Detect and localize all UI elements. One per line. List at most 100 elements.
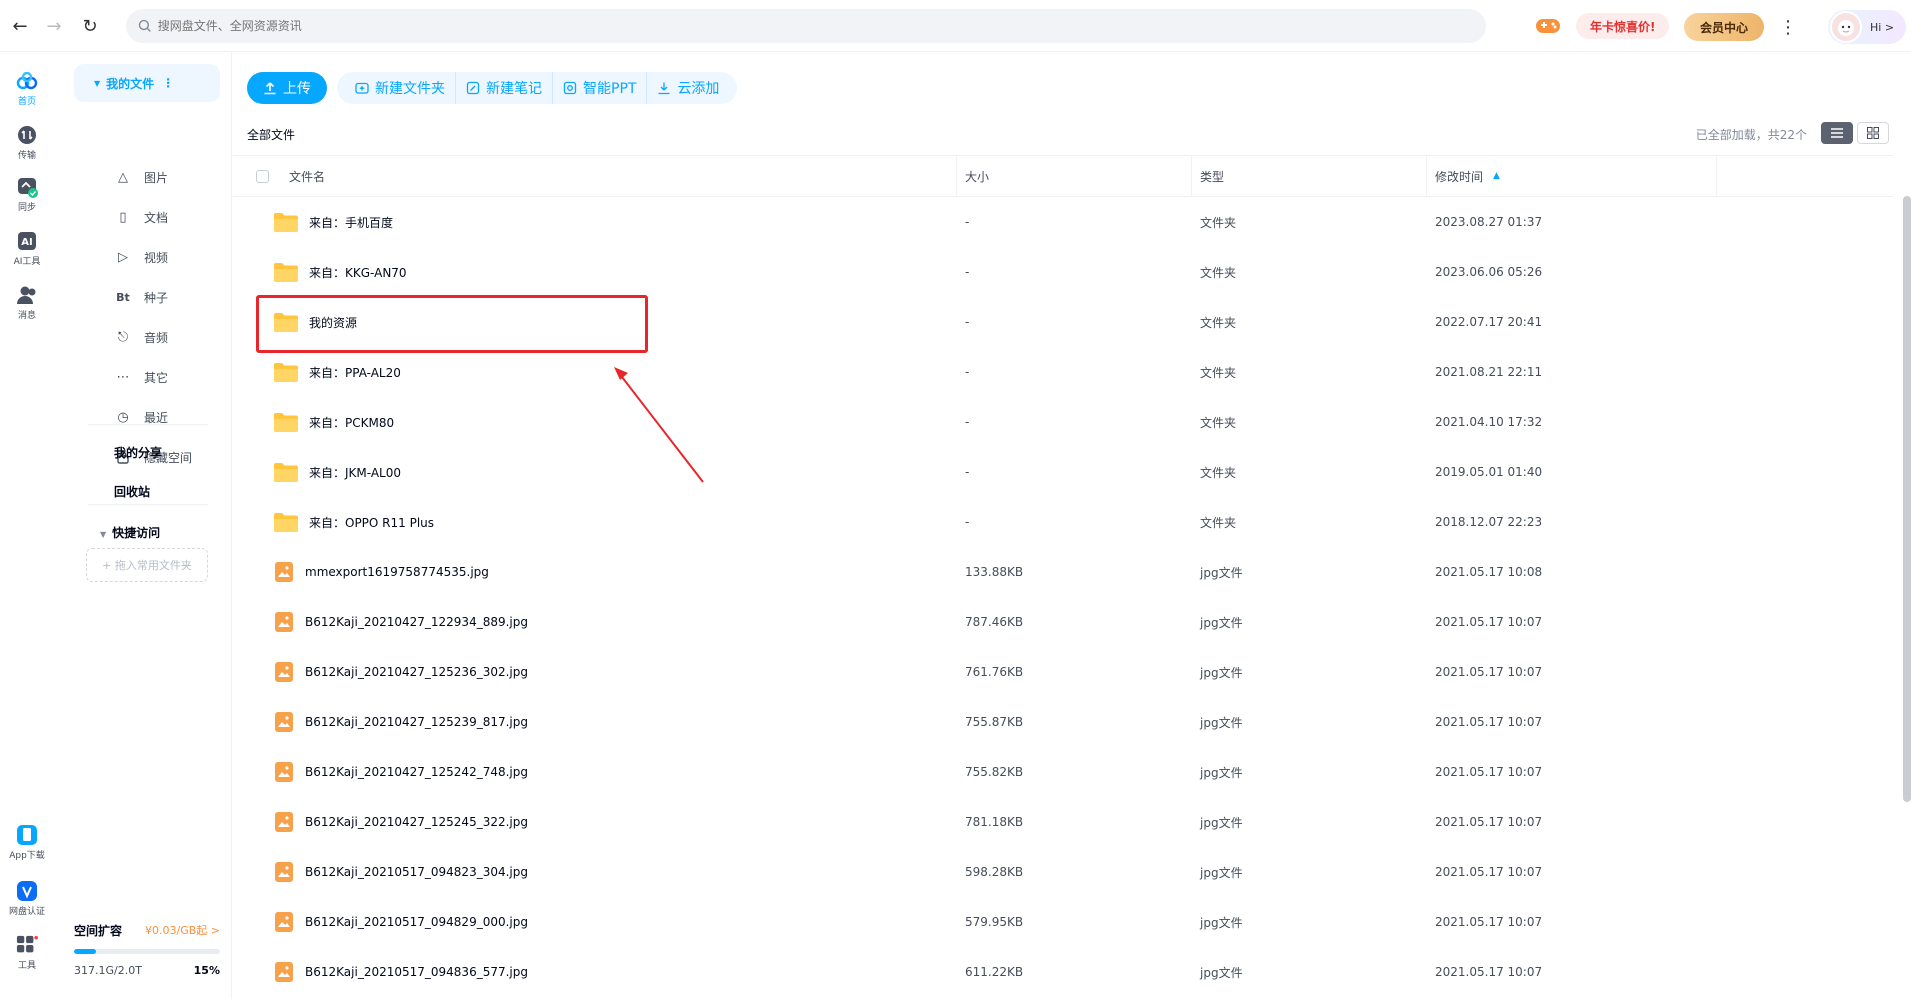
file-name-cell[interactable]: B612Kaji_20210517_094836_577.jpg: [273, 947, 528, 997]
rail-app-download[interactable]: App下载: [0, 824, 54, 861]
file-row[interactable]: 来自：PCKM80 - 文件夹 2021.04.10 17:32: [233, 397, 1893, 447]
storage-panel[interactable]: 空间扩容 ¥0.03/GB起 > 317.1G/2.0T 15%: [74, 922, 220, 977]
upload-button[interactable]: 上传: [247, 72, 327, 104]
file-name-cell[interactable]: B612Kaji_20210427_125242_748.jpg: [273, 747, 528, 797]
file-name[interactable]: B612Kaji_20210517_094823_304.jpg: [305, 865, 528, 879]
file-row[interactable]: 来自：JKM-AL00 - 文件夹 2019.05.01 01:40: [233, 447, 1893, 497]
list-view-toggle[interactable]: [1821, 122, 1853, 144]
search-bar[interactable]: [126, 9, 1486, 43]
category-image[interactable]: △ 图片: [112, 166, 168, 188]
file-name[interactable]: 来自：PPA-AL20: [309, 364, 401, 381]
file-name[interactable]: 来自：JKM-AL00: [309, 464, 401, 481]
file-name[interactable]: B612Kaji_20210427_125239_817.jpg: [305, 715, 528, 729]
user-profile[interactable]: Hi >: [1828, 10, 1906, 44]
rail-sync[interactable]: 同步: [0, 176, 54, 213]
vip-center-button[interactable]: 会员中心: [1684, 13, 1764, 41]
file-name-cell[interactable]: 来自：KKG-AN70: [273, 247, 407, 297]
rail-verify[interactable]: 网盘认证: [0, 880, 54, 917]
more-vertical-icon[interactable]: ⋮: [1776, 13, 1800, 41]
category-video[interactable]: ▷ 视频: [112, 246, 168, 268]
smart-ppt-button[interactable]: 智能PPT: [552, 72, 646, 104]
file-row[interactable]: mmexport1619758774535.jpg 133.88KB jpg文件 20…: [233, 547, 1893, 597]
file-name[interactable]: 来自：手机百度: [309, 214, 393, 231]
file-name[interactable]: 来自：KKG-AN70: [309, 264, 407, 281]
file-name[interactable]: B612Kaji_20210427_122934_889.jpg: [305, 615, 528, 629]
cloud-add-button[interactable]: 云添加: [646, 72, 729, 104]
document-icon: ▯: [119, 209, 127, 225]
file-name-cell[interactable]: 来自：JKM-AL00: [273, 447, 401, 497]
select-all-checkbox[interactable]: [256, 169, 269, 183]
file-name-cell[interactable]: B612Kaji_20210517_094829_000.jpg: [273, 897, 528, 947]
rail-transfer[interactable]: 传输: [0, 124, 54, 161]
drag-folder-dropzone[interactable]: + 拖入常用文件夹: [86, 548, 208, 582]
file-name[interactable]: B612Kaji_20210517_094836_577.jpg: [305, 965, 528, 979]
new-note-button[interactable]: 新建笔记: [455, 72, 552, 104]
file-name-cell[interactable]: mmexport1619758774535.jpg: [273, 547, 489, 597]
file-name[interactable]: B612Kaji_20210427_125242_748.jpg: [305, 765, 528, 779]
promo-badge[interactable]: 年卡惊喜价!: [1576, 13, 1670, 39]
column-modified[interactable]: 修改时间 ▲︎: [1427, 156, 1717, 196]
file-row[interactable]: B612Kaji_20210427_122934_889.jpg 787.46KB…: [233, 597, 1893, 647]
quick-access-header[interactable]: ▼ 快捷访问: [100, 524, 160, 541]
my-files-item[interactable]: ▼ 我的文件 ⋮: [74, 64, 220, 102]
sync-icon: [16, 176, 38, 198]
file-row[interactable]: B612Kaji_20210427_125242_748.jpg 755.82KB…: [233, 747, 1893, 797]
rail-home[interactable]: 首页: [0, 70, 54, 107]
file-type: 文件夹: [1200, 415, 1237, 430]
file-row[interactable]: B612Kaji_20210517_094829_000.jpg 579.95KB…: [233, 897, 1893, 947]
column-size[interactable]: 大小: [957, 156, 1192, 196]
file-name-cell[interactable]: B612Kaji_20210427_125236_302.jpg: [273, 647, 528, 697]
category-document[interactable]: ▯ 文档: [112, 206, 168, 228]
file-name[interactable]: B612Kaji_20210427_125245_322.jpg: [305, 815, 528, 829]
file-row[interactable]: 来自：PPA-AL20 - 文件夹 2021.08.21 22:11: [233, 347, 1893, 397]
category-audio[interactable]: ⎋ 音频: [112, 326, 168, 348]
category-other[interactable]: ⋯ 其它: [112, 366, 169, 388]
file-row[interactable]: B612Kaji_20210517_094823_304.jpg 598.28KB…: [233, 847, 1893, 897]
column-name[interactable]: 文件名: [233, 156, 957, 196]
file-name-cell[interactable]: 来自：手机百度: [273, 197, 393, 247]
forward-arrow-icon[interactable]: →: [42, 14, 66, 38]
recycle-bin-link[interactable]: 回收站: [114, 483, 150, 500]
file-name-cell[interactable]: 来自：PPA-AL20: [273, 347, 401, 397]
rail-ai[interactable]: AI AI工具: [0, 230, 54, 267]
column-type[interactable]: 类型: [1192, 156, 1427, 196]
file-name-cell[interactable]: B612Kaji_20210517_094823_304.jpg: [273, 847, 528, 897]
message-icon: [16, 284, 38, 306]
storage-label: 空间扩容: [74, 924, 123, 938]
file-name-cell[interactable]: B612Kaji_20210427_122934_889.jpg: [273, 597, 528, 647]
file-row[interactable]: 来自：OPPO R11 Plus - 文件夹 2018.12.07 22:23: [233, 497, 1893, 547]
category-torrent[interactable]: Bt 种子: [112, 286, 168, 308]
scrollbar[interactable]: [1903, 196, 1911, 802]
storage-price[interactable]: ¥0.03/GB起 >: [145, 922, 220, 939]
file-row[interactable]: 来自：KKG-AN70 - 文件夹 2023.06.06 05:26: [233, 247, 1893, 297]
rail-tools[interactable]: 工具: [0, 934, 54, 971]
file-row[interactable]: B612Kaji_20210517_094836_577.jpg 611.22KB…: [233, 947, 1893, 997]
my-share-link[interactable]: 我的分享: [114, 444, 162, 461]
sort-desc-icon[interactable]: ▲︎: [1493, 171, 1500, 181]
rail-message[interactable]: 消息: [0, 284, 54, 321]
file-name-cell[interactable]: 来自：OPPO R11 Plus: [273, 497, 434, 547]
category-panel: ▼ 我的文件 ⋮ △ 图片 ▯ 文档 ▷ 视频 Bt 种子 ⎋ 音频 ⋯ 其它 ◷ 最近 隐藏…: [62, 52, 232, 999]
file-name[interactable]: B612Kaji_20210517_094829_000.jpg: [305, 915, 528, 929]
file-name-cell[interactable]: 来自：PCKM80: [273, 397, 394, 447]
file-name[interactable]: 来自：OPPO R11 Plus: [309, 514, 434, 531]
file-row[interactable]: B612Kaji_20210427_125239_817.jpg 755.87KB…: [233, 697, 1893, 747]
file-name[interactable]: mmexport1619758774535.jpg: [305, 565, 489, 579]
file-name-cell[interactable]: B612Kaji_20210427_125245_322.jpg: [273, 797, 528, 847]
file-name[interactable]: B612Kaji_20210427_125236_302.jpg: [305, 665, 528, 679]
file-row[interactable]: B612Kaji_20210427_125245_322.jpg 781.18KB…: [233, 797, 1893, 847]
back-arrow-icon[interactable]: ←: [8, 14, 32, 38]
file-size: 787.46KB: [965, 615, 1024, 629]
file-row[interactable]: B612Kaji_20210427_125236_302.jpg 761.76KB…: [233, 647, 1893, 697]
file-name[interactable]: 来自：PCKM80: [309, 414, 394, 431]
file-row[interactable]: 来自：手机百度 - 文件夹 2023.08.27 01:37: [233, 197, 1893, 247]
file-name-cell[interactable]: B612Kaji_20210427_125239_817.jpg: [273, 697, 528, 747]
svg-text:AI: AI: [21, 237, 32, 248]
new-folder-button[interactable]: 新建文件夹: [345, 72, 455, 104]
more-vertical-icon[interactable]: ⋮: [162, 76, 174, 90]
grid-view-toggle[interactable]: [1857, 122, 1889, 144]
breadcrumb[interactable]: 全部文件: [247, 126, 295, 143]
search-input[interactable]: [157, 19, 1486, 33]
refresh-icon[interactable]: ↻: [78, 14, 102, 38]
gamepad-icon[interactable]: [1534, 14, 1562, 38]
